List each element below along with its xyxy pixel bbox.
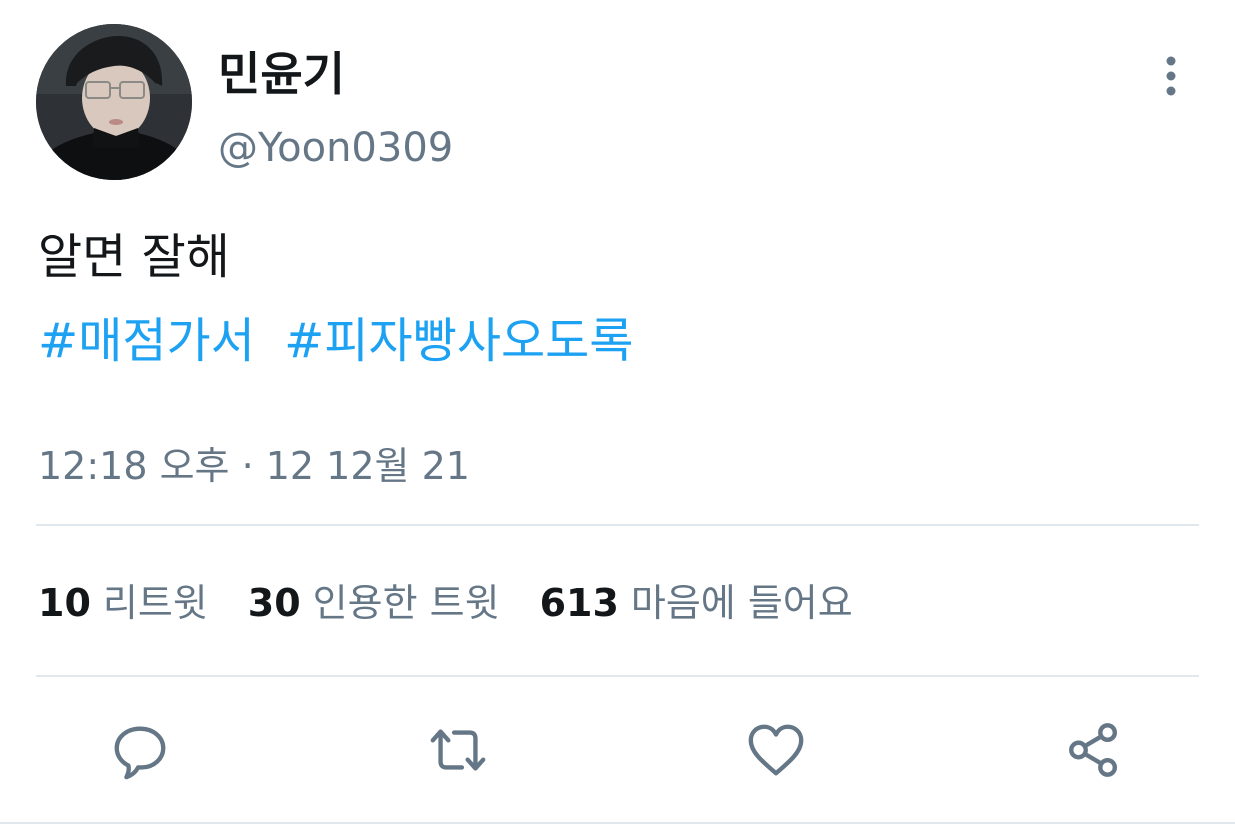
divider: [0, 822, 1235, 824]
likes-label: 마음에 들어요: [630, 581, 853, 625]
hashtag-link[interactable]: #피자빵사오도록: [284, 313, 633, 369]
tweet-stats: 10 리트윗 30 인용한 트윗 613 마음에 들어요: [38, 578, 853, 628]
tweet-detail: 민윤기 @Yoon0309 알면 잘해 #매점가서 #피자빵사오도록 12:18…: [0, 0, 1235, 840]
tweet-action-bar: [0, 700, 1235, 800]
likes-count: 613: [539, 581, 619, 625]
quotes-count: 30: [247, 581, 301, 625]
heart-icon: [748, 724, 804, 776]
retweet-icon: [430, 729, 486, 771]
more-vertical-icon[interactable]: [1156, 56, 1186, 96]
tweet-text: 알면 잘해: [38, 229, 230, 285]
reply-button[interactable]: [104, 714, 176, 786]
retweet-button[interactable]: [422, 714, 494, 786]
avatar[interactable]: [36, 24, 192, 180]
share-icon: [1069, 723, 1118, 777]
user-handle[interactable]: @Yoon0309: [218, 124, 453, 172]
retweets-stat[interactable]: 10 리트윗: [38, 578, 208, 628]
tweet-timestamp[interactable]: 12:18 오후 · 12 12월 21: [38, 442, 470, 490]
divider: [36, 675, 1199, 677]
hashtag-link[interactable]: #매점가서: [38, 313, 255, 369]
quotes-label: 인용한 트윗: [312, 581, 500, 625]
avatar-image: [36, 24, 192, 180]
likes-stat[interactable]: 613 마음에 들어요: [540, 578, 853, 628]
quotes-stat[interactable]: 30 인용한 트윗: [248, 578, 500, 628]
like-button[interactable]: [740, 714, 812, 786]
retweets-label: 리트윗: [102, 581, 208, 625]
display-name[interactable]: 민윤기: [218, 46, 345, 102]
divider: [36, 524, 1199, 526]
hashtag-list: #매점가서 #피자빵사오도록: [38, 310, 647, 372]
reply-icon: [114, 726, 166, 780]
retweets-count: 10: [38, 581, 91, 625]
share-button[interactable]: [1058, 714, 1130, 786]
